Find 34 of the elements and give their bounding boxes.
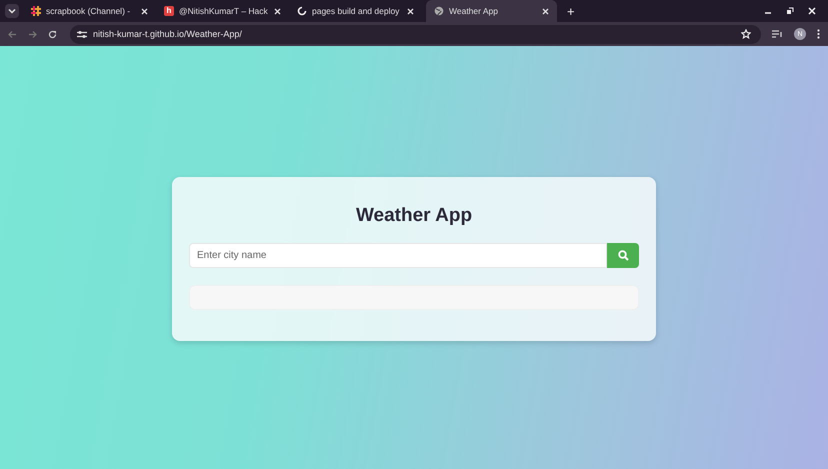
url-text: nitish-kumar-t.github.io/Weather-App/: [93, 29, 242, 39]
close-icon[interactable]: [407, 8, 414, 14]
site-settings-icon[interactable]: [77, 30, 87, 38]
browser-tab[interactable]: scrapbook (Channel) -: [23, 0, 156, 22]
close-icon[interactable]: [141, 8, 148, 14]
search-button[interactable]: [607, 243, 639, 268]
browser-tab[interactable]: pages build and deploy: [289, 0, 422, 22]
forward-arrow-icon[interactable]: [28, 30, 37, 38]
reload-icon[interactable]: [48, 30, 57, 38]
chevron-down-icon: [8, 7, 16, 15]
restore-icon[interactable]: [786, 7, 794, 15]
back-arrow-icon[interactable]: [8, 30, 17, 38]
tab-title: pages build and deploy: [312, 6, 400, 16]
hash-icon: [31, 6, 41, 16]
city-input-field[interactable]: Enter city name: [189, 243, 607, 268]
globe-icon: [434, 6, 444, 16]
tab-search-button[interactable]: [5, 4, 19, 18]
address-bar[interactable]: nitish-kumar-t.github.io/Weather-App/: [70, 24, 761, 44]
star-icon[interactable]: [741, 29, 751, 39]
app-title: Weather App: [354, 204, 474, 228]
browser-tab[interactable]: h @NitishKumarT – Hack: [156, 0, 289, 22]
more-menu-icon[interactable]: [817, 29, 820, 39]
close-icon[interactable]: [274, 8, 281, 14]
media-queue-icon[interactable]: [772, 30, 783, 38]
favicon-icon: h: [164, 6, 174, 16]
tab-title: @NitishKumarT – Hack: [179, 6, 269, 16]
close-icon[interactable]: [542, 8, 549, 14]
tab-title: scrapbook (Channel) -: [46, 6, 132, 16]
spinner-icon: [297, 6, 307, 16]
new-tab-button[interactable]: +: [561, 5, 581, 19]
browser-tab[interactable]: Weather App: [426, 0, 557, 22]
close-window-icon[interactable]: [808, 7, 816, 15]
search-icon: [618, 250, 628, 261]
tab-title: Weather App: [449, 6, 499, 16]
